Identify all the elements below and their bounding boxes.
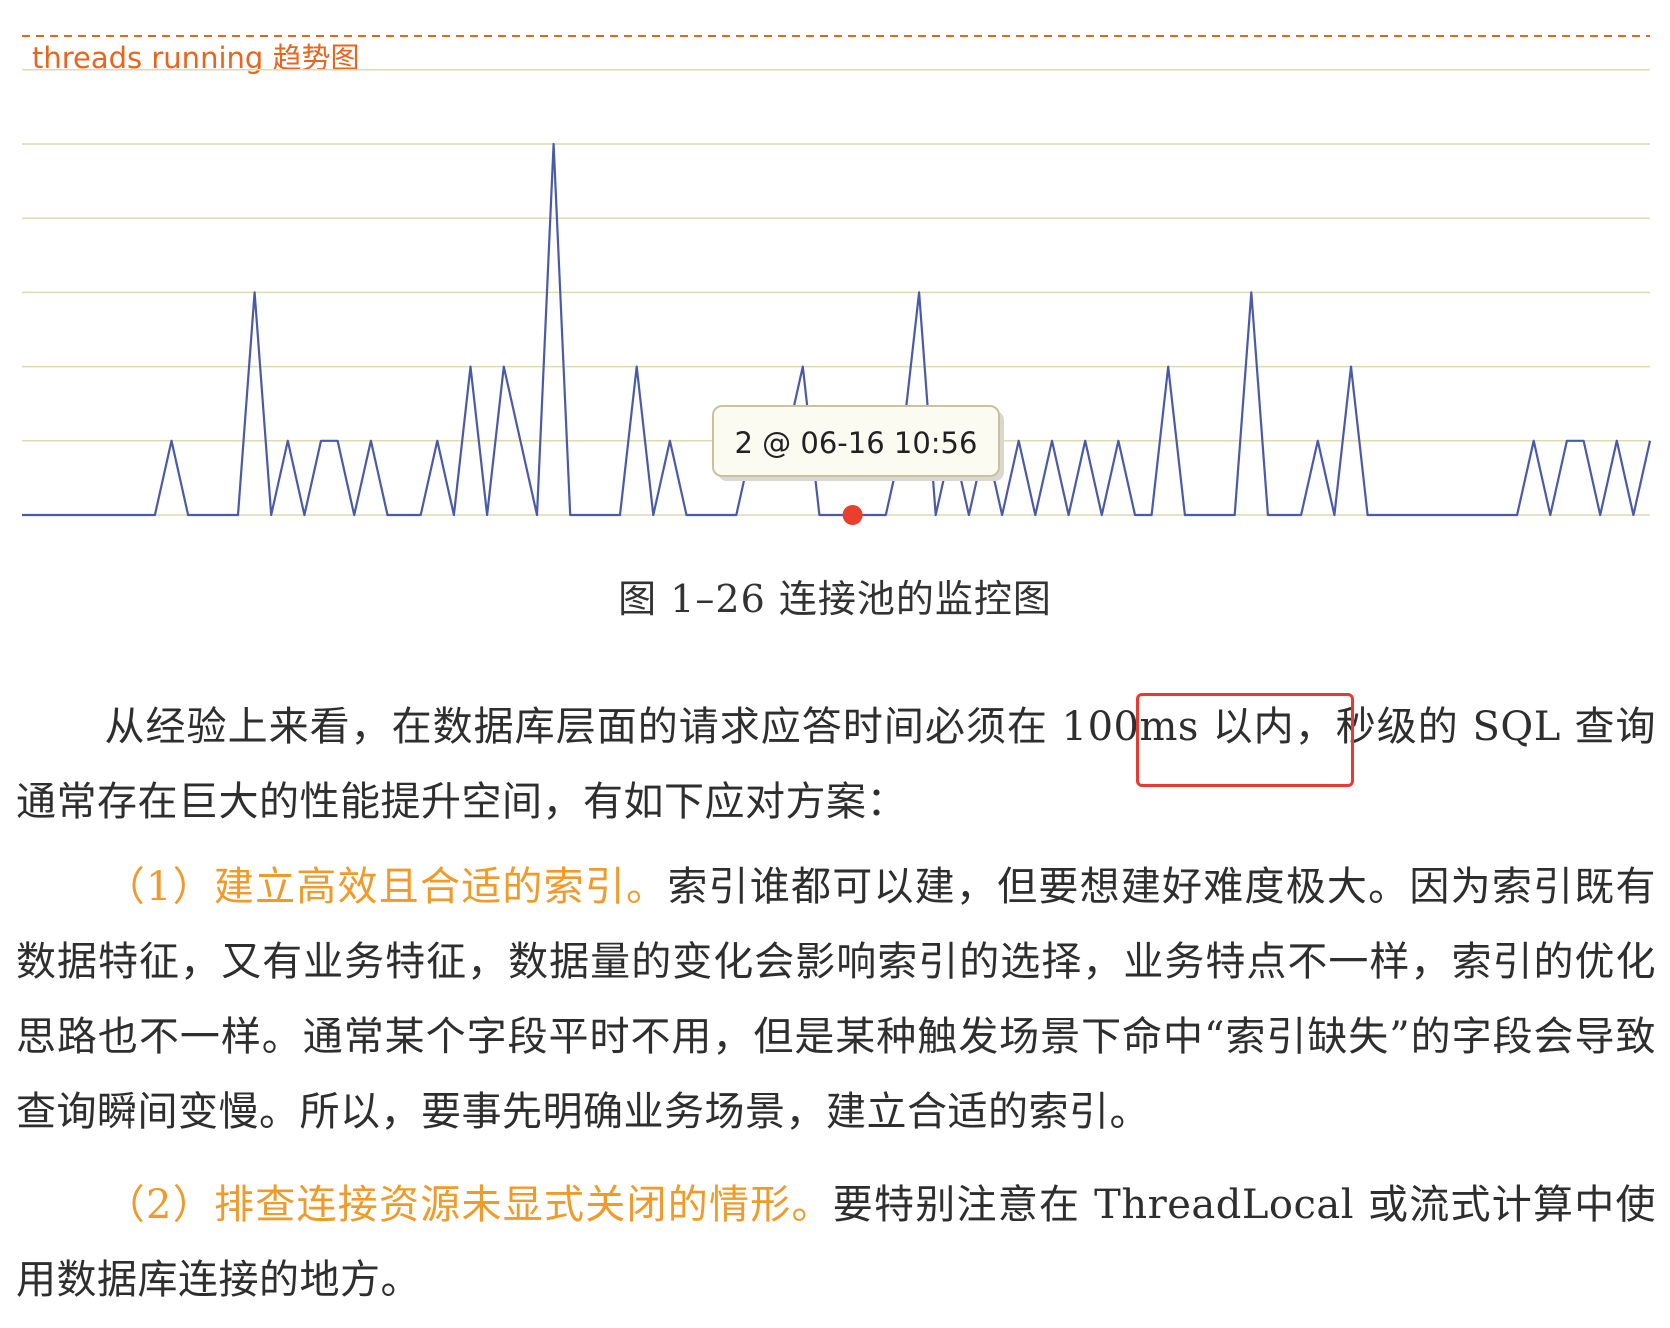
paragraph-index: （1）建立高效且合适的索引。索引谁都可以建，但要想建好难度极大。因为索引既有数据… <box>16 850 1656 1150</box>
highlight-box-100ms <box>1136 693 1354 787</box>
figure-caption: 图 1–26 连接池的监控图 <box>618 577 1052 621</box>
threads-running-chart: threads running 趋势图 2 @ 06-16 10:56 <box>22 35 1652 525</box>
chart-figure: threads running 趋势图 2 @ 06-16 10:56 <box>0 0 1670 560</box>
chart-tooltip: 2 @ 06-16 10:56 <box>712 405 1004 481</box>
paragraph-connection: （2）排查连接资源未显式关闭的情形。要特别注意在 ThreadLocal 或流式… <box>16 1168 1656 1318</box>
paragraph-index-heading: （1）建立高效且合适的索引。 <box>104 864 668 910</box>
tooltip-text: 2 @ 06-16 10:56 <box>735 426 978 460</box>
paragraph-connection-heading: （2）排查连接资源未显式关闭的情形。 <box>104 1182 833 1228</box>
paragraph-intro: 从经验上来看，在数据库层面的请求应答时间必须在 100ms 以内，秒级的 SQL… <box>16 690 1656 840</box>
paragraph-intro-text: 从经验上来看，在数据库层面的请求应答时间必须在 100ms 以内，秒级的 SQL… <box>16 704 1656 825</box>
hover-marker[interactable] <box>842 505 863 525</box>
